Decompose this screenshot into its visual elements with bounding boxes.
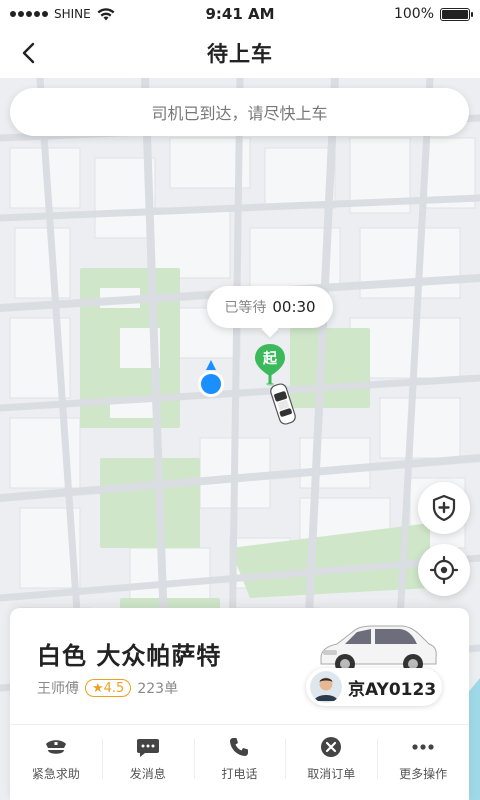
carrier-name: SHINE — [54, 7, 91, 21]
call-button[interactable]: 打电话 — [193, 725, 286, 792]
wait-label: 已等待 — [224, 300, 267, 316]
driver-info: 王师傅 ★4.5 223单 — [37, 678, 178, 698]
crosshair-icon — [429, 555, 459, 585]
cancel-icon — [319, 735, 343, 759]
battery-percent: 100% — [393, 6, 434, 22]
phone-icon — [227, 735, 251, 759]
cancel-order-button[interactable]: 取消订单 — [285, 725, 377, 792]
battery-icon — [440, 7, 473, 21]
message-button[interactable]: 发消息 — [101, 725, 194, 792]
plate-badge: 京AY0123 — [306, 668, 442, 706]
action-label: 紧急求助 — [31, 767, 80, 781]
avatar — [308, 669, 344, 705]
action-label: 打电话 — [221, 767, 258, 781]
status-left: SHINE — [10, 7, 115, 21]
status-bar: SHINE 9:41 AM 100% — [0, 0, 480, 28]
driver-rating: ★4.5 — [85, 679, 132, 697]
wifi-icon — [97, 7, 115, 20]
arrival-notice: 司机已到达，请尽快上车 — [10, 88, 469, 136]
driver-name: 王师傅 — [37, 681, 79, 697]
car-description: 白色 大众帕萨特 — [37, 642, 222, 670]
back-button[interactable] — [12, 36, 46, 70]
locate-button[interactable] — [418, 544, 470, 596]
driver-orders: 223单 — [137, 681, 179, 697]
shield-plus-icon — [432, 494, 456, 522]
chevron-left-icon — [22, 42, 35, 64]
message-icon — [136, 735, 160, 759]
action-label: 发消息 — [129, 767, 166, 781]
emergency-button[interactable]: 紧急求助 — [10, 725, 102, 792]
arrival-notice-text: 司机已到达，请尽快上车 — [151, 104, 328, 123]
driver-car-icon — [266, 380, 300, 428]
police-icon — [44, 735, 68, 759]
page-title: 待上车 — [207, 42, 273, 66]
more-actions-button[interactable]: 更多操作 — [377, 725, 469, 792]
start-pin-label: 起 — [263, 351, 277, 367]
wait-time: 00:30 — [272, 298, 316, 316]
clock: 9:41 AM — [205, 5, 275, 23]
action-label: 更多操作 — [399, 767, 448, 781]
action-label: 取消订单 — [307, 767, 356, 781]
safety-button[interactable] — [418, 482, 470, 534]
status-right: 100% — [393, 6, 473, 22]
signal-icon — [10, 11, 48, 17]
wait-time-bubble: 已等待 00:30 — [207, 286, 333, 328]
ride-info-card: 白色 大众帕萨特 王师傅 ★4.5 223单 京AY0123 紧急求助 发消息 … — [10, 608, 469, 800]
nav-bar: 待上车 — [0, 28, 480, 78]
license-plate: 京AY0123 — [348, 679, 437, 700]
more-icon — [411, 735, 435, 759]
action-bar: 紧急求助 发消息 打电话 取消订单 更多操作 — [10, 724, 469, 792]
my-location-icon — [196, 358, 226, 400]
